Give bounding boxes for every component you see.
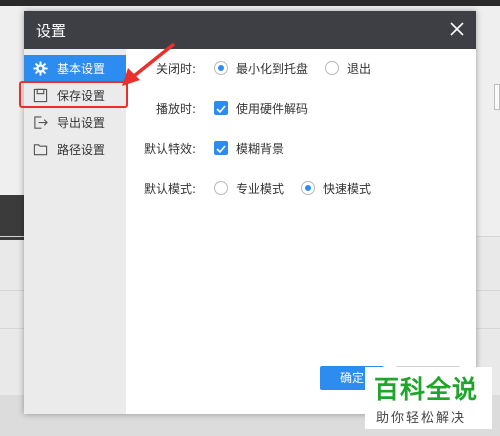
- watermark-title: 百科全说: [374, 375, 479, 404]
- checkbox-label-hardware-decoding: 使用硬件解码: [236, 102, 309, 116]
- radio-label-quick-mode: 快速模式: [323, 182, 372, 196]
- watermark-subtitle: 助你轻松解决: [376, 411, 467, 426]
- background-button[interactable]: [494, 84, 500, 110]
- radio-minimize-to-tray[interactable]: [214, 61, 228, 75]
- dialog-title: 设置: [36, 22, 67, 40]
- radio-professional-mode[interactable]: [214, 181, 228, 195]
- setting-label-default-effect: 默认特效:: [143, 142, 196, 156]
- radio-label-minimize-to-tray: 最小化到托盘: [236, 62, 309, 76]
- setting-row-default-effect: 默认特效: 模糊背景: [24, 137, 476, 159]
- checkbox-blur-background[interactable]: [214, 141, 228, 155]
- setting-label-default-mode: 默认模式:: [143, 182, 196, 196]
- watermark: 百科全说 助你轻松解决: [365, 367, 492, 429]
- checkbox-hardware-decoding[interactable]: [214, 101, 228, 115]
- setting-label-playback: 播放时:: [155, 102, 196, 116]
- background-top-strip: [0, 0, 500, 6]
- annotation-arrow: [122, 42, 176, 86]
- radio-quick-mode[interactable]: [301, 181, 315, 195]
- radio-label-professional-mode: 专业模式: [236, 182, 285, 196]
- dialog-titlebar: 设置: [24, 11, 476, 49]
- background-dark-panel: [0, 195, 24, 240]
- settings-dialog: 设置 基本设置 保存设置 导出设置 路径设置 关闭时: 最小化到托盘 退出 播放…: [24, 11, 476, 414]
- radio-label-exit: 退出: [347, 62, 372, 76]
- close-icon[interactable]: [447, 19, 467, 39]
- checkbox-label-blur-background: 模糊背景: [236, 142, 285, 156]
- radio-exit[interactable]: [325, 61, 339, 75]
- setting-row-close: 关闭时: 最小化到托盘 退出: [24, 57, 476, 79]
- setting-row-default-mode: 默认模式: 专业模式 快速模式: [24, 177, 476, 199]
